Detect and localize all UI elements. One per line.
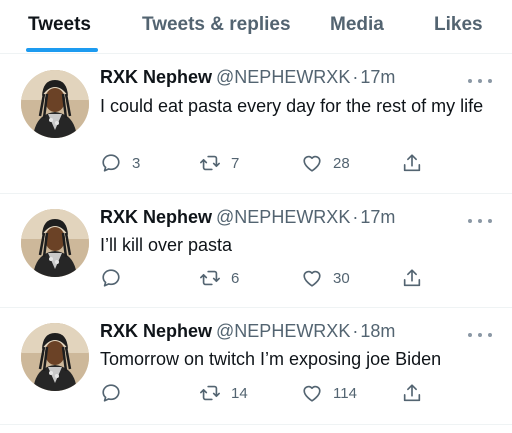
retweet-button[interactable]: 6 bbox=[199, 267, 239, 289]
tweet-text: I could eat pasta every day for the rest… bbox=[100, 96, 484, 116]
like-button[interactable]: 114 bbox=[301, 382, 357, 404]
active-tab-indicator bbox=[26, 48, 98, 52]
reply-button[interactable] bbox=[100, 267, 132, 289]
more-icon[interactable] bbox=[468, 76, 492, 86]
tab-media[interactable]: Media bbox=[330, 14, 384, 36]
tweet-header: RXK Nephew @NEPHEWRXK · 17m bbox=[100, 67, 395, 88]
retweet-icon bbox=[200, 385, 220, 401]
reply-icon bbox=[102, 384, 120, 402]
share-icon bbox=[403, 384, 421, 402]
tab-likes[interactable]: Likes bbox=[434, 14, 483, 36]
heart-icon bbox=[303, 385, 321, 402]
retweet-button[interactable]: 14 bbox=[199, 382, 248, 404]
more-icon[interactable] bbox=[468, 330, 492, 340]
more-icon[interactable] bbox=[468, 216, 492, 226]
author-name[interactable]: RXK Nephew bbox=[100, 321, 212, 341]
like-button[interactable]: 30 bbox=[301, 267, 350, 289]
avatar-image bbox=[21, 323, 89, 391]
avatar[interactable] bbox=[21, 209, 89, 277]
retweet-count: 6 bbox=[231, 269, 240, 287]
separator: · bbox=[352, 321, 359, 341]
author-handle[interactable]: @NEPHEWRXK bbox=[216, 207, 350, 227]
author-name[interactable]: RXK Nephew bbox=[100, 207, 212, 227]
like-count: 30 bbox=[333, 269, 350, 287]
reply-count: 3 bbox=[132, 154, 141, 172]
heart-icon bbox=[303, 270, 321, 287]
share-button[interactable] bbox=[401, 152, 423, 174]
tab-tweets[interactable]: Tweets bbox=[28, 14, 91, 36]
avatar[interactable] bbox=[21, 323, 89, 391]
tweet-text: I’ll kill over pasta bbox=[100, 235, 233, 255]
retweet-button[interactable]: 7 bbox=[199, 152, 239, 174]
reply-button[interactable]: 3 bbox=[100, 152, 140, 174]
avatar-image bbox=[21, 70, 89, 138]
retweet-icon bbox=[200, 270, 220, 286]
share-button[interactable] bbox=[401, 267, 423, 289]
tweet-header: RXK Nephew @NEPHEWRXK · 18m bbox=[100, 321, 395, 342]
retweet-icon bbox=[200, 155, 220, 171]
like-count: 28 bbox=[333, 154, 350, 172]
timestamp[interactable]: 17m bbox=[360, 207, 395, 227]
separator: · bbox=[352, 207, 359, 227]
tweet[interactable]: RXK Nephew @NEPHEWRXK · 17m I’ll kill over … bbox=[0, 195, 512, 308]
reply-icon bbox=[102, 154, 120, 172]
tweet-header: RXK Nephew @NEPHEWRXK · 17m bbox=[100, 207, 395, 228]
separator: · bbox=[352, 67, 359, 87]
heart-icon bbox=[303, 155, 321, 172]
like-count: 114 bbox=[333, 384, 357, 402]
share-button[interactable] bbox=[401, 382, 423, 404]
tweet[interactable]: RXK Nephew @NEPHEWRXK · 18m Tomorrow on twi… bbox=[0, 309, 512, 425]
reply-button[interactable] bbox=[100, 382, 132, 404]
retweet-count: 14 bbox=[231, 384, 248, 402]
tweet[interactable]: RXK Nephew @NEPHEWRXK · 17m I could eat pas… bbox=[0, 55, 512, 194]
tab-tweets-and-replies[interactable]: Tweets & replies bbox=[142, 14, 291, 36]
like-button[interactable]: 28 bbox=[301, 152, 350, 174]
retweet-count: 7 bbox=[231, 154, 240, 172]
avatar-image bbox=[21, 209, 89, 277]
timestamp[interactable]: 18m bbox=[360, 321, 395, 341]
author-handle[interactable]: @NEPHEWRXK bbox=[216, 67, 350, 87]
author-handle[interactable]: @NEPHEWRXK bbox=[216, 321, 350, 341]
reply-icon bbox=[102, 269, 120, 287]
tweet-text: Tomorrow on twitch I’m exposing joe Bide… bbox=[100, 349, 442, 369]
share-icon bbox=[403, 154, 421, 172]
author-name[interactable]: RXK Nephew bbox=[100, 67, 212, 87]
profile-tabs: Tweets Tweets & replies Media Likes bbox=[0, 0, 512, 54]
share-icon bbox=[403, 269, 421, 287]
timestamp[interactable]: 17m bbox=[360, 67, 395, 87]
avatar[interactable] bbox=[21, 70, 89, 138]
